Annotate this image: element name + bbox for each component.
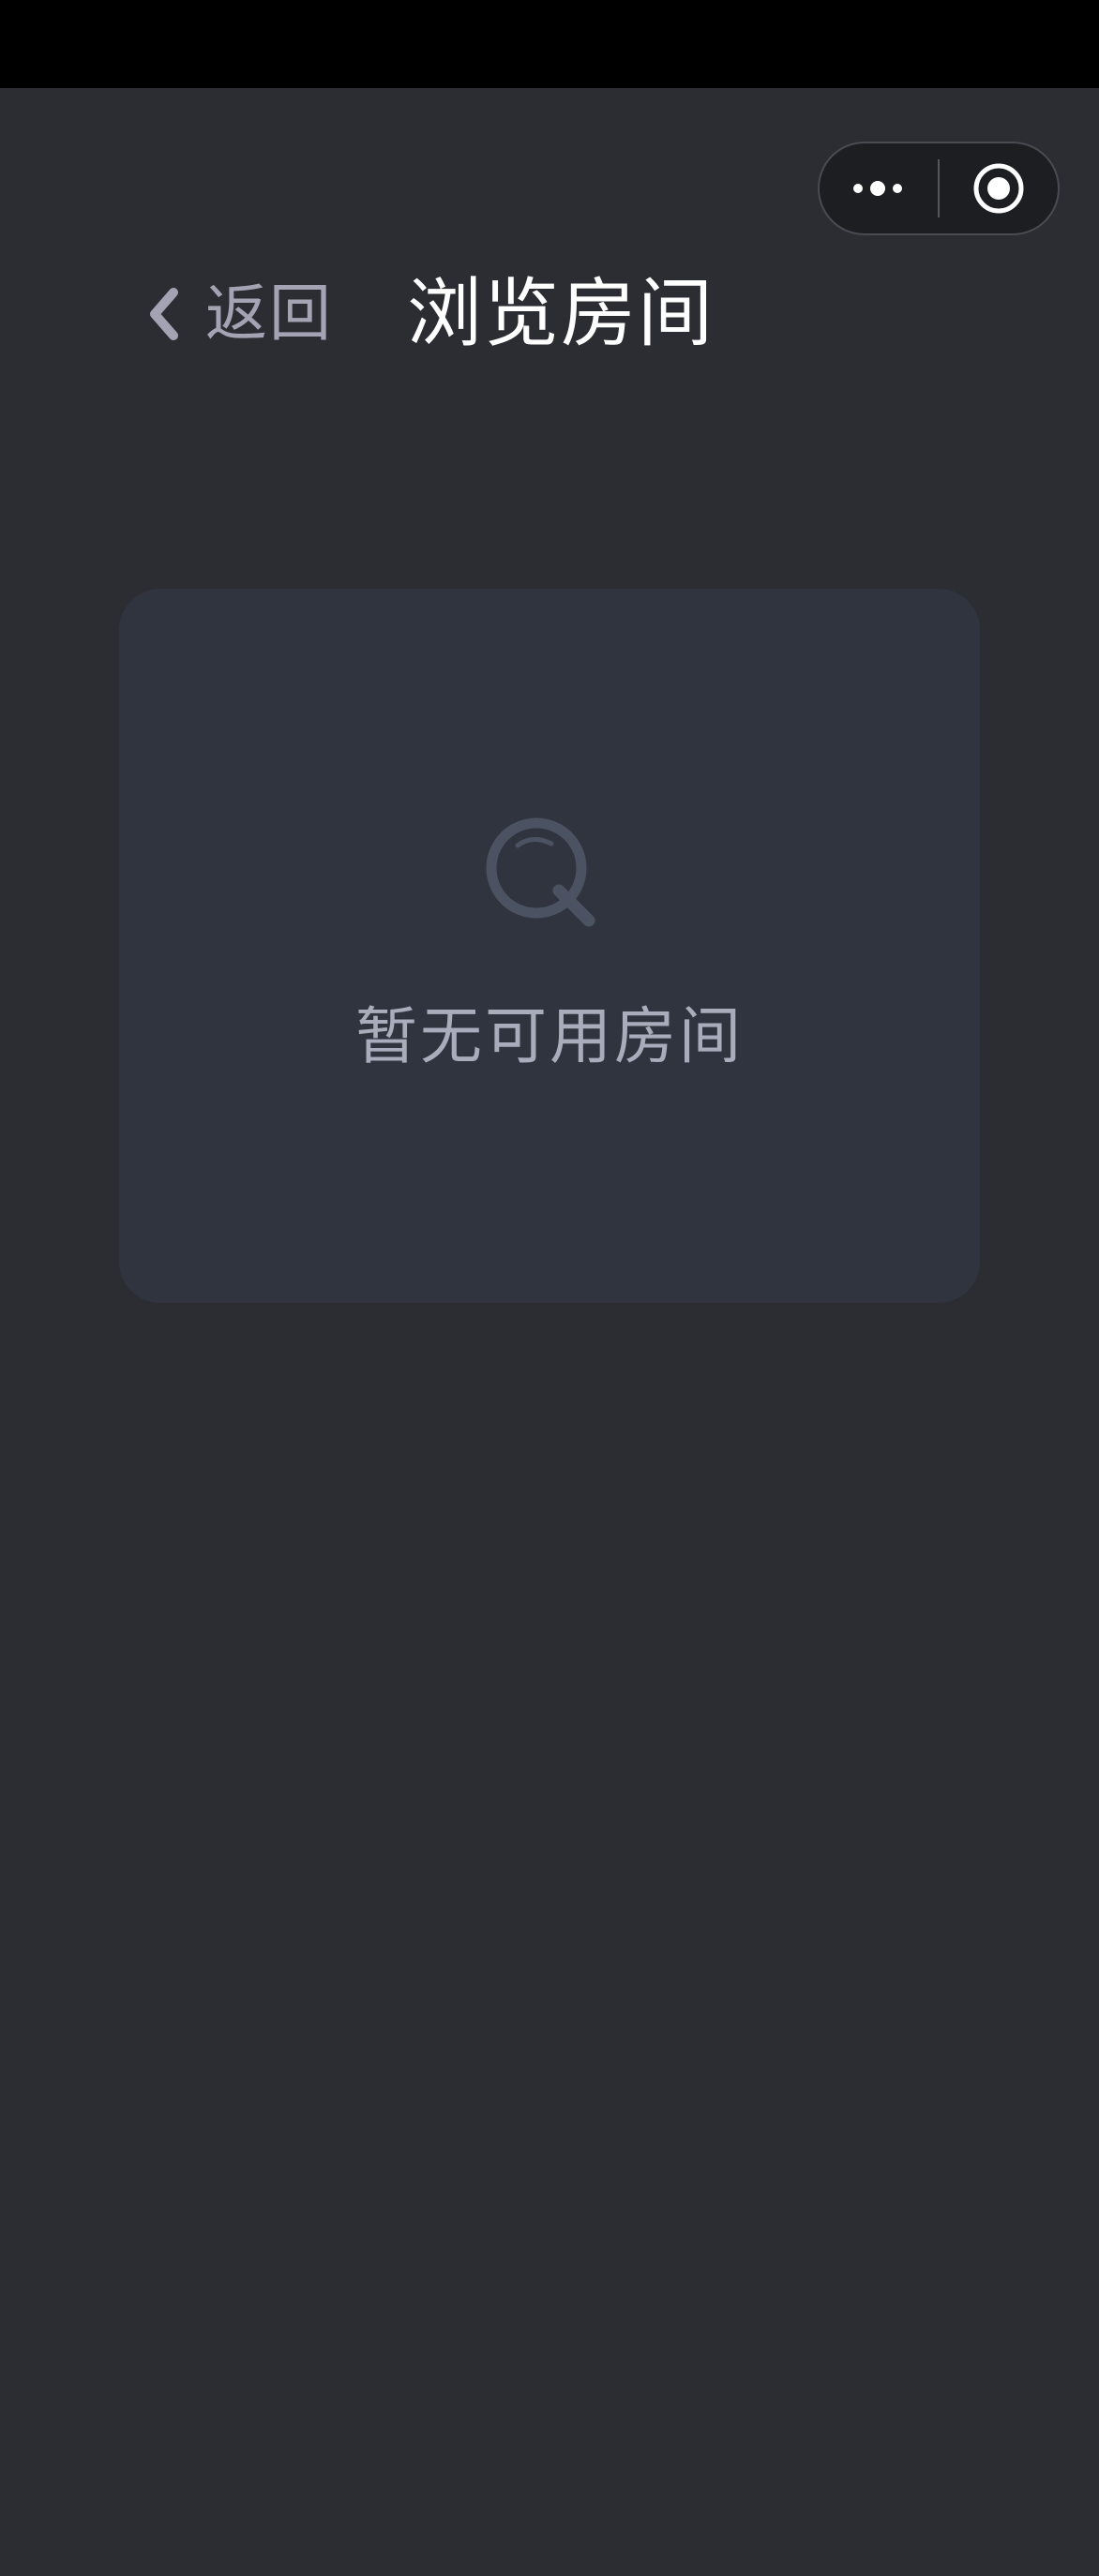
more-dots-icon [853, 181, 902, 196]
chevron-left-icon [150, 288, 178, 340]
back-label: 返回 [205, 277, 333, 350]
search-icon [486, 817, 595, 927]
back-button[interactable]: 返回 [145, 278, 333, 350]
header: 返回 浏览房间 [0, 258, 1099, 370]
status-bar [0, 0, 1099, 88]
close-button[interactable] [940, 143, 1058, 233]
more-button[interactable] [820, 143, 938, 233]
page-title: 浏览房间 [407, 270, 715, 357]
empty-state-message: 暂无可用房间 [355, 1000, 744, 1072]
target-circle-icon [973, 163, 1024, 214]
mini-program-capsule [818, 142, 1060, 235]
empty-state-card [119, 589, 980, 1303]
